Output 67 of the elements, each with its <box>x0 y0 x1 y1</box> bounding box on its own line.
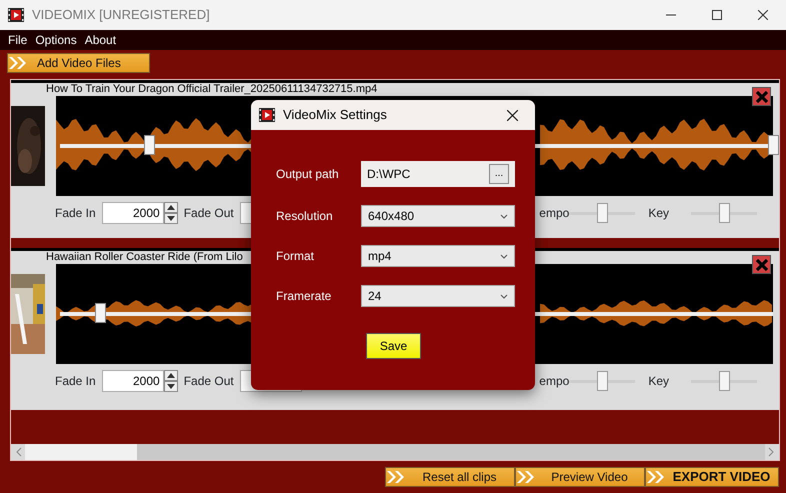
key-slider-handle[interactable] <box>719 202 730 222</box>
clip-title: How To Train Your Dragon Official Trailer_20250611134732715.mp4 <box>45 83 378 96</box>
position-handle[interactable] <box>768 135 779 155</box>
chevron-down-icon <box>500 214 508 218</box>
chevron-down-icon <box>500 294 508 298</box>
fade-out-label: Fade Out <box>184 205 234 222</box>
maximize-icon <box>712 10 722 20</box>
close-icon <box>754 90 768 104</box>
tempo-slider-handle[interactable] <box>597 370 608 390</box>
app-logo-icon <box>8 8 24 22</box>
field-label: Resolution <box>276 208 334 225</box>
remove-clip-button[interactable] <box>752 255 771 274</box>
dropdown[interactable]: 640x480 <box>361 205 515 227</box>
dropdown-value: 24 <box>368 288 382 305</box>
chevron-down-icon <box>500 254 508 258</box>
browse-button[interactable]: ... <box>489 164 509 184</box>
chevrons-icon <box>386 469 405 485</box>
close-icon <box>754 258 768 272</box>
window-title: VIDEOMIX [UNREGISTERED] <box>32 6 210 24</box>
menu-item[interactable]: About <box>80 31 120 49</box>
position-handle[interactable] <box>144 135 156 155</box>
menu-item[interactable]: File <box>4 31 32 49</box>
field-label: Framerate <box>276 288 332 305</box>
tempo-label: empo <box>539 205 570 222</box>
clip-title: Hawaiian Roller Coaster Ride (From Lilo <box>45 251 243 264</box>
increment-button[interactable] <box>164 370 178 381</box>
chevrons-icon <box>516 469 535 485</box>
increment-button[interactable] <box>164 202 178 213</box>
key-label: Key <box>648 373 669 390</box>
down-arrow-icon <box>166 383 176 390</box>
scrollbar-thumb[interactable] <box>137 444 765 460</box>
decrement-button[interactable] <box>164 381 178 392</box>
chevrons-icon <box>8 55 27 71</box>
dropdown-value: mp4 <box>368 248 392 265</box>
chevrons-icon <box>646 469 665 485</box>
add-video-files-button[interactable]: Add Video Files <box>7 53 150 73</box>
fade-in-field[interactable]: 2000 <box>102 202 164 224</box>
tempo-label: empo <box>539 373 570 390</box>
fade-in-label: Fade In <box>55 205 96 222</box>
footer-button[interactable]: Reset all clips <box>385 467 515 487</box>
footer-button[interactable]: Preview Video <box>515 467 645 487</box>
footer-button[interactable]: EXPORT VIDEO <box>645 467 779 487</box>
save-button[interactable]: Save <box>366 333 421 359</box>
down-arrow-icon <box>166 215 176 222</box>
menu-item[interactable]: Options <box>31 31 81 49</box>
up-arrow-icon <box>166 372 176 379</box>
field-value: D:\WPC <box>367 166 410 183</box>
fade-in-field[interactable]: 2000 <box>102 370 164 392</box>
dropdown[interactable]: 24 <box>361 285 515 307</box>
key-slider-handle[interactable] <box>719 370 730 390</box>
close-icon <box>758 10 768 20</box>
fade-in-label: Fade In <box>55 373 96 390</box>
position-handle[interactable] <box>94 303 106 323</box>
field-label: Output path <box>276 166 340 183</box>
dropdown-value: 640x480 <box>368 208 414 225</box>
close-icon <box>506 110 518 120</box>
field-label: Format <box>276 248 316 265</box>
dialog-title: VideoMix Settings <box>283 106 387 124</box>
decrement-button[interactable] <box>164 213 178 224</box>
tempo-slider-handle[interactable] <box>597 202 608 222</box>
app-logo-icon <box>259 108 275 122</box>
key-label: Key <box>648 205 669 222</box>
up-arrow-icon <box>166 204 176 211</box>
dropdown[interactable]: mp4 <box>361 245 515 267</box>
remove-clip-button[interactable] <box>752 87 771 106</box>
output-path-field[interactable]: D:\WPC ... <box>361 161 515 187</box>
fade-out-label: Fade Out <box>184 373 234 390</box>
